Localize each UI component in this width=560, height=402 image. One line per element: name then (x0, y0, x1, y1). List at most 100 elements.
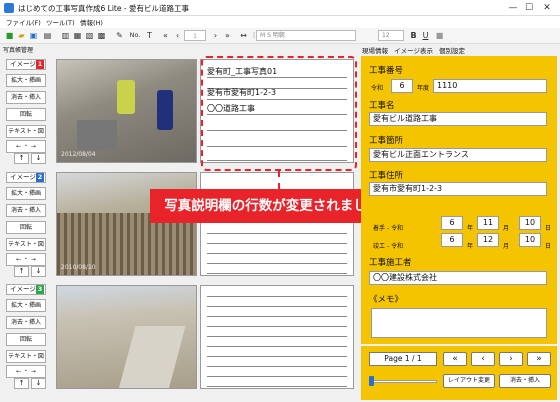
fit-width-icon[interactable]: ↔ (238, 30, 249, 41)
first-page-icon[interactable]: « (160, 30, 171, 41)
left-right-button-3[interactable]: ← ・ → (6, 365, 46, 378)
month-unit: 月 (503, 225, 510, 232)
zoom-button-1[interactable]: 拡大・挿画 (6, 74, 46, 87)
up-arrow-icon[interactable]: ↑ (14, 266, 29, 277)
start-month-field[interactable]: 11 (477, 216, 499, 230)
era-year-field[interactable]: 6 (391, 79, 413, 93)
sidebar: イメージ 1 拡大・挿画 消去・挿入 回転 テキスト・図 ← ・ → ↑ ↓ イメ… (0, 56, 52, 402)
next-page-button[interactable]: › (499, 352, 523, 366)
photo-date: 2012/08/04 (61, 151, 96, 158)
fiscal-year-unit: 年度 (417, 85, 430, 92)
project-number-field[interactable]: 1110 (433, 79, 547, 93)
tab-individual-settings[interactable]: 個別設定 (439, 47, 465, 55)
layout-change-button[interactable]: レイアウト変更 (443, 374, 495, 388)
new-icon[interactable]: ■ (4, 30, 15, 41)
callout-connector (278, 171, 280, 189)
export-icon[interactable]: ▦ (72, 30, 83, 41)
project-address-field[interactable]: 愛有市愛有町1-2-3 (369, 182, 547, 196)
photo-1[interactable]: 2012/08/04 (56, 59, 197, 163)
photo-3[interactable] (56, 285, 197, 389)
zoom-button-3[interactable]: 拡大・挿画 (6, 299, 46, 312)
text-figure-button-3[interactable]: テキスト・図 (6, 350, 46, 363)
copy-icon[interactable]: ▧ (84, 30, 95, 41)
maximize-button[interactable]: ☐ (522, 2, 536, 14)
start-era-label: - 令和 (387, 225, 404, 232)
down-arrow-icon[interactable]: ↓ (31, 153, 46, 164)
text-figure-button-1[interactable]: テキスト・図 (6, 125, 46, 138)
toolbar: ■ ▰ ▣ ▤ ▥ ▦ ▧ ▩ ✎ No. T « ‹ 1 › » ↔ | M … (0, 28, 560, 44)
text-tool-icon[interactable]: T (144, 30, 155, 41)
photo-caption-3[interactable] (200, 285, 354, 389)
contractor-field[interactable]: 〇〇建設株式会社 (369, 271, 547, 285)
page-indicator: Page 1 / 1 (369, 352, 437, 366)
project-location-field[interactable]: 愛有ビル正面エントランス (369, 148, 547, 162)
prev-page-icon[interactable]: ‹ (172, 30, 183, 41)
tab-album-management[interactable]: 写真帳管理 (3, 45, 47, 55)
zoom-slider-thumb[interactable] (369, 376, 374, 386)
left-right-button-1[interactable]: ← ・ → (6, 140, 46, 153)
road-surface (77, 120, 117, 150)
menu-info[interactable]: 情報(H) (80, 17, 103, 27)
end-year-field[interactable]: 6 (441, 233, 463, 247)
start-label: 着手 (373, 225, 386, 232)
end-day-field[interactable]: 10 (519, 233, 541, 247)
delete-insert-page-button[interactable]: 消去・挿入 (499, 374, 551, 388)
memo-field[interactable] (371, 308, 547, 338)
last-page-button[interactable]: » (527, 352, 551, 366)
minimize-button[interactable]: — (506, 2, 520, 14)
zoom-slider[interactable] (369, 380, 437, 383)
next-page-icon[interactable]: › (210, 30, 221, 41)
year-unit: 年 (467, 243, 474, 250)
underline-icon[interactable]: U (420, 30, 431, 41)
menu-tools[interactable]: ツール(T) (46, 17, 75, 27)
rotate-button-1[interactable]: 回転 (6, 108, 46, 121)
save-icon[interactable]: ▣ (28, 30, 39, 41)
image-1-label: イメージ 1 (6, 59, 46, 70)
page-number-field[interactable]: 1 (184, 30, 206, 41)
window-title: はじめての工事写真作成6 Lite - 愛有ビル道路工事 (18, 4, 189, 13)
day-unit: 日 (545, 225, 552, 232)
tab-site-info[interactable]: 現場情報 (362, 47, 388, 55)
rotate-button-2[interactable]: 回転 (6, 221, 46, 234)
app-icon (4, 3, 14, 13)
rotate-button-3[interactable]: 回転 (6, 333, 46, 346)
bold-icon[interactable]: B (408, 30, 419, 41)
numbering-button[interactable]: No. (128, 30, 142, 41)
font-name-select[interactable]: M S 明朝 (256, 30, 356, 41)
project-name-label: 工事名 (369, 101, 395, 111)
worker-figure (157, 90, 173, 130)
down-arrow-icon[interactable]: ↓ (31, 378, 46, 389)
up-arrow-icon[interactable]: ↑ (14, 378, 29, 389)
delete-insert-button-1[interactable]: 消去・挿入 (6, 91, 46, 104)
prev-page-button[interactable]: ‹ (471, 352, 495, 366)
day-unit: 日 (545, 243, 552, 250)
open-folder-icon[interactable]: ▰ (16, 30, 27, 41)
project-name-field[interactable]: 愛有ビル道路工事 (369, 112, 547, 126)
delete-insert-button-3[interactable]: 消去・挿入 (6, 316, 46, 329)
first-page-button[interactable]: « (443, 352, 467, 366)
photo-2[interactable]: 2010/08/10 (56, 172, 197, 276)
menu-file[interactable]: ファイル(F) (6, 17, 41, 27)
tab-image-display[interactable]: イメージ表示 (394, 47, 433, 55)
pdf-icon[interactable]: ▥ (60, 30, 71, 41)
photo-caption-2[interactable] (200, 172, 354, 276)
end-month-field[interactable]: 12 (477, 233, 499, 247)
delete-insert-button-2[interactable]: 消去・挿入 (6, 204, 46, 217)
up-arrow-icon[interactable]: ↑ (14, 153, 29, 164)
color-icon[interactable]: ■ (434, 30, 445, 41)
print-icon[interactable]: ▩ (96, 30, 107, 41)
zoom-button-2[interactable]: 拡大・挿画 (6, 187, 46, 200)
site-info-panel: 工事番号 令和 6 年度 1110 工事名 愛有ビル道路工事 工事箇所 愛有ビル… (361, 56, 557, 344)
down-arrow-icon[interactable]: ↓ (31, 266, 46, 277)
right-tabs: 現場情報 イメージ表示 個別設定 (362, 45, 465, 55)
tool-icon[interactable]: ✎ (114, 30, 125, 41)
font-size-select[interactable]: 12 (378, 30, 404, 41)
image-icon[interactable]: ▤ (42, 30, 53, 41)
left-right-button-2[interactable]: ← ・ → (6, 253, 46, 266)
close-button[interactable]: ✕ (540, 2, 554, 14)
last-page-icon[interactable]: » (222, 30, 233, 41)
start-day-field[interactable]: 10 (519, 216, 541, 230)
text-figure-button-2[interactable]: テキスト・図 (6, 238, 46, 251)
project-number-label: 工事番号 (369, 66, 404, 76)
start-year-field[interactable]: 6 (441, 216, 463, 230)
